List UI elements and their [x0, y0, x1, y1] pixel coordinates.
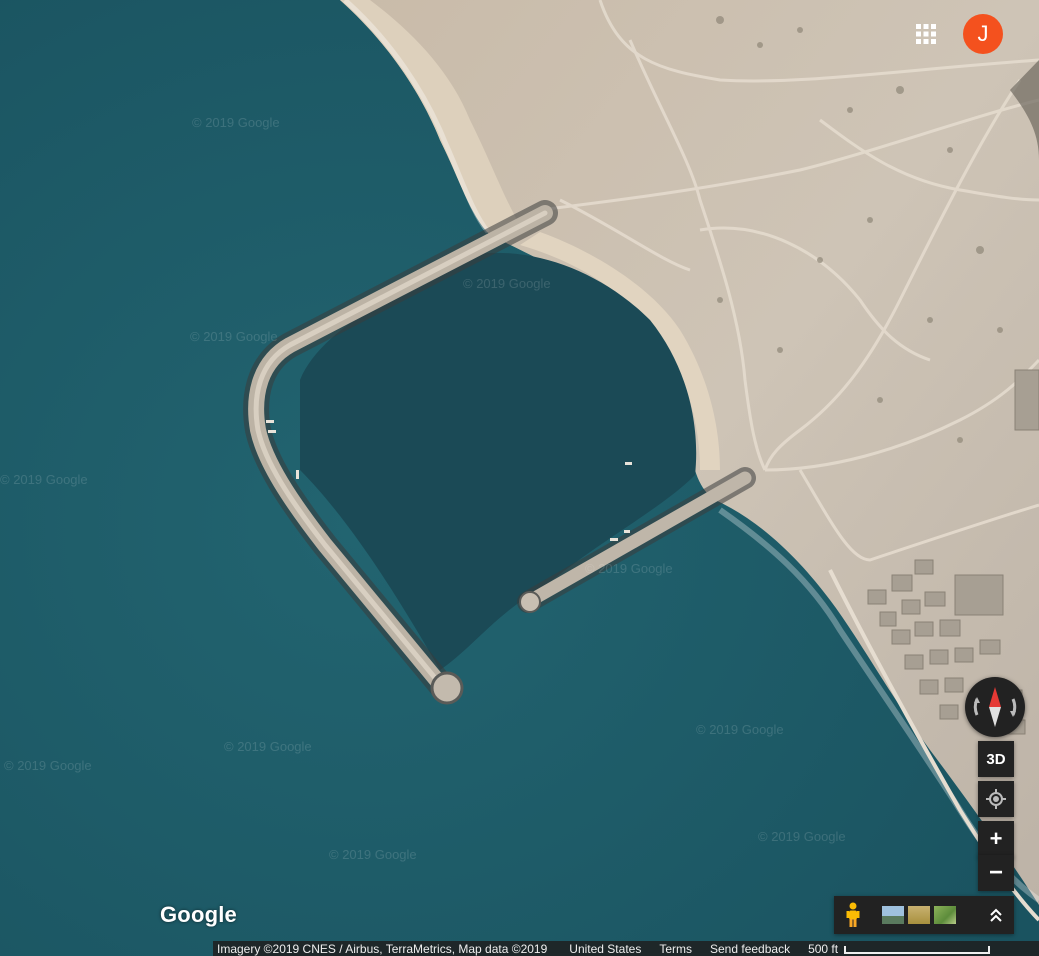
pier-head [519, 591, 541, 613]
zoom-in-button[interactable]: + [978, 821, 1014, 858]
my-location-button[interactable] [978, 781, 1014, 817]
country-link[interactable]: United States [569, 942, 641, 956]
imagery-attribution: Imagery ©2019 CNES / Airbus, TerraMetric… [217, 941, 548, 956]
pegman-icon[interactable] [842, 902, 864, 928]
layer-thumbnail-streetview[interactable] [882, 906, 904, 924]
google-logo: Google [160, 902, 237, 927]
my-location-icon [986, 789, 1006, 809]
three-d-label: 3D [986, 750, 1006, 768]
attribution-bar: Imagery ©2019 CNES / Airbus, TerraMetric… [213, 941, 1039, 956]
chevron-up-double-icon[interactable] [984, 902, 1008, 928]
apps-grid-glyph [916, 24, 936, 44]
layer-thumbnail-terrain[interactable] [908, 906, 930, 924]
satellite-map[interactable] [0, 0, 1039, 956]
scale-bar [844, 945, 991, 954]
zoom-out-label: − [988, 859, 1003, 886]
layers-bar [834, 896, 1014, 934]
apps-grid-icon[interactable] [908, 16, 944, 52]
breakwater-head [430, 671, 464, 705]
account-avatar[interactable]: J [963, 14, 1003, 54]
compass-icon[interactable] [965, 677, 1025, 737]
pegman-glyph [846, 902, 860, 927]
terms-link[interactable]: Terms [659, 942, 692, 956]
avatar-initial: J [977, 21, 989, 46]
zoom-in-label: + [989, 826, 1003, 851]
scale-label[interactable]: 500 ft [808, 942, 838, 956]
send-feedback-link[interactable]: Send feedback [710, 942, 790, 956]
expand-glyph [990, 908, 1002, 922]
layer-thumbnail-photos[interactable] [934, 906, 956, 924]
three-d-button[interactable]: 3D [978, 741, 1014, 777]
compass-glyph [973, 687, 1017, 727]
zoom-out-button[interactable]: − [978, 855, 1014, 891]
